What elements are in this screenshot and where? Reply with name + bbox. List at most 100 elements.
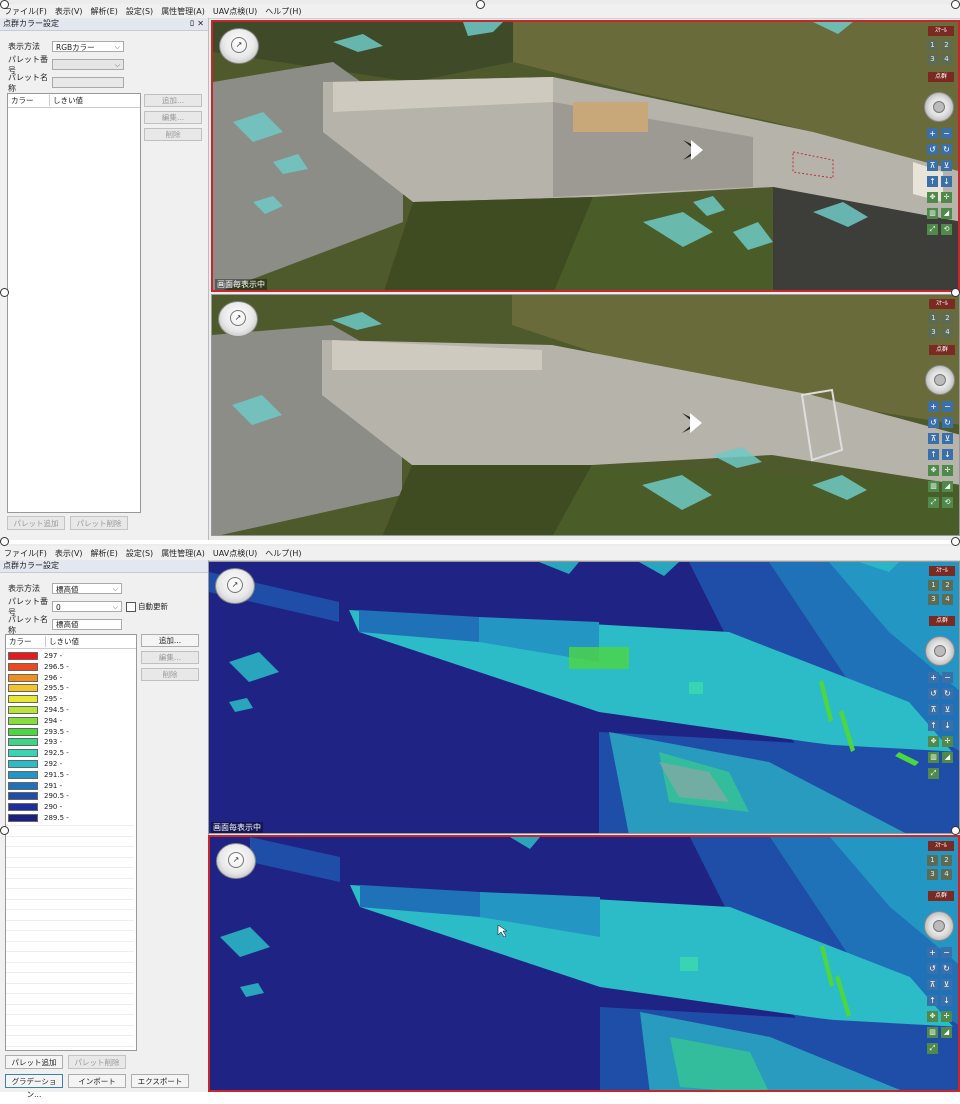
display-method-select[interactable]: RGBカラー ⌵: [52, 41, 124, 52]
tilt-down-icon[interactable]: ⊻: [941, 160, 952, 171]
delete-button[interactable]: 削除: [141, 668, 199, 681]
resize-handle[interactable]: [0, 826, 9, 835]
zoom-wheel-icon[interactable]: [925, 365, 955, 395]
rotate-right-icon[interactable]: ↻: [942, 417, 953, 428]
pan-icon[interactable]: ✥: [928, 465, 939, 476]
palette-row[interactable]: 296.5 -: [6, 662, 69, 672]
add-button[interactable]: 追加...: [141, 634, 199, 647]
menu-settings[interactable]: 設定(S): [122, 548, 157, 559]
resize-handle[interactable]: [0, 0, 9, 9]
pointcloud-toggle[interactable]: 点群: [929, 616, 955, 626]
tilt-up-icon[interactable]: ⊼: [927, 979, 938, 990]
zoom-out-icon[interactable]: −: [942, 672, 953, 683]
fit-icon[interactable]: ⤢: [928, 497, 939, 508]
up-arrow-icon[interactable]: ↑: [928, 720, 939, 731]
add-palette-button[interactable]: パレット追加: [5, 1055, 63, 1069]
menu-file[interactable]: ファイル(F): [0, 548, 51, 559]
palette-number-select[interactable]: ⌵: [52, 59, 124, 70]
view-button-3[interactable]: 3: [928, 327, 939, 338]
palette-row[interactable]: 292 -: [6, 759, 62, 769]
up-arrow-icon[interactable]: ↑: [927, 176, 938, 187]
delete-palette-button[interactable]: パレット削除: [70, 516, 128, 530]
resize-handle[interactable]: [476, 0, 485, 9]
palette-row[interactable]: 297 -: [6, 651, 62, 661]
palette-number-select[interactable]: 0 ⌵: [52, 601, 122, 612]
edit-button[interactable]: 編集...: [144, 111, 202, 124]
compass-icon[interactable]: ↗: [219, 28, 259, 64]
tilt-down-icon[interactable]: ⊻: [941, 979, 952, 990]
fit-icon[interactable]: ⤢: [927, 224, 938, 235]
slope-icon[interactable]: ◢: [941, 1027, 952, 1038]
tilt-up-icon[interactable]: ⊼: [928, 433, 939, 444]
compass-icon[interactable]: ↗: [215, 568, 255, 604]
menu-view[interactable]: 表示(V): [51, 6, 87, 17]
up-arrow-icon[interactable]: ↑: [928, 449, 939, 460]
view-button-4[interactable]: 4: [942, 594, 953, 605]
auto-update-checkbox[interactable]: [126, 601, 136, 612]
compass-icon[interactable]: ↗: [216, 843, 256, 879]
move-icon[interactable]: ✢: [941, 192, 952, 203]
menu-attributes[interactable]: 属性管理(A): [157, 548, 209, 559]
reset-icon[interactable]: ⟲: [942, 497, 953, 508]
add-button[interactable]: 追加...: [144, 94, 202, 107]
view-button-1[interactable]: 1: [928, 313, 939, 324]
palette-list[interactable]: カラー しきい値 297 - 296.5 - 296 - 295.5 - 295 - 29…: [5, 634, 137, 1051]
elevation-view-lower[interactable]: ↗ ｽｹｰﾙ 1 2 3 4 点群 + − ↺ ↻ ⊼ ⊻ ↑ ↓ ✥ ✢ ▥ …: [208, 835, 960, 1092]
scale-toggle[interactable]: ｽｹｰﾙ: [929, 299, 955, 309]
view-button-3[interactable]: 3: [927, 869, 938, 880]
palette-row[interactable]: 291 -: [6, 781, 62, 791]
slope-icon[interactable]: ◢: [941, 208, 952, 219]
menu-analysis[interactable]: 解析(E): [87, 6, 122, 17]
delete-button[interactable]: 削除: [144, 128, 202, 141]
palette-row[interactable]: 290.5 -: [6, 791, 69, 801]
palette-row[interactable]: 296 -: [6, 673, 62, 683]
elevation-view-upper[interactable]: ↗ ｽｹｰﾙ 1 2 3 4 点群 + − ↺ ↻ ⊼ ⊻ ↑ ↓ ✥ ✢ ▥ …: [208, 561, 960, 834]
down-arrow-icon[interactable]: ↓: [942, 720, 953, 731]
view-button-2[interactable]: 2: [941, 40, 952, 51]
menu-uav[interactable]: UAV点検(U): [209, 548, 261, 559]
tilt-up-icon[interactable]: ⊼: [928, 704, 939, 715]
menu-uav[interactable]: UAV点検(U): [209, 6, 261, 17]
rotate-left-icon[interactable]: ↺: [927, 144, 938, 155]
view-button-3[interactable]: 3: [928, 594, 939, 605]
pan-icon[interactable]: ✥: [927, 1011, 938, 1022]
palette-row[interactable]: 293.5 -: [6, 727, 69, 737]
tilt-down-icon[interactable]: ⊻: [942, 704, 953, 715]
grid-icon[interactable]: ▥: [927, 208, 938, 219]
zoom-in-icon[interactable]: +: [928, 401, 939, 412]
view-button-1[interactable]: 1: [927, 855, 938, 866]
resize-handle[interactable]: [951, 537, 960, 546]
grid-icon[interactable]: ▥: [928, 481, 939, 492]
reset-icon[interactable]: ⟲: [941, 224, 952, 235]
view-button-4[interactable]: 4: [941, 54, 952, 65]
menu-help[interactable]: ヘルプ(H): [261, 6, 305, 17]
resize-handle[interactable]: [0, 288, 9, 297]
pointcloud-toggle[interactable]: 点群: [929, 345, 955, 355]
rotate-left-icon[interactable]: ↺: [927, 963, 938, 974]
rotate-right-icon[interactable]: ↻: [941, 144, 952, 155]
palette-row[interactable]: 294.5 -: [6, 705, 69, 715]
zoom-wheel-icon[interactable]: [925, 636, 955, 666]
move-icon[interactable]: ✢: [941, 1011, 952, 1022]
grid-icon[interactable]: ▥: [928, 752, 939, 763]
pin-icon[interactable]: ﾛ: [190, 18, 194, 30]
delete-palette-button[interactable]: パレット削除: [68, 1055, 126, 1069]
palette-row[interactable]: 295.5 -: [6, 683, 69, 693]
resize-handle[interactable]: [951, 0, 960, 9]
pointcloud-toggle[interactable]: 点群: [928, 72, 954, 82]
zoom-in-icon[interactable]: +: [927, 128, 938, 139]
scale-toggle[interactable]: ｽｹｰﾙ: [928, 841, 954, 851]
zoom-in-icon[interactable]: +: [927, 947, 938, 958]
gradation-button[interactable]: グラデーション...: [5, 1074, 63, 1099]
view-button-2[interactable]: 2: [942, 580, 953, 591]
tilt-down-icon[interactable]: ⊻: [942, 433, 953, 444]
down-arrow-icon[interactable]: ↓: [941, 176, 952, 187]
rotate-left-icon[interactable]: ↺: [928, 688, 939, 699]
palette-row[interactable]: 293 -: [6, 737, 62, 747]
zoom-wheel-icon[interactable]: [924, 92, 954, 122]
menu-settings[interactable]: 設定(S): [122, 6, 157, 17]
fit-icon[interactable]: ⤢: [927, 1043, 938, 1054]
menu-view[interactable]: 表示(V): [51, 548, 87, 559]
menu-analysis[interactable]: 解析(E): [87, 548, 122, 559]
view-button-4[interactable]: 4: [942, 327, 953, 338]
